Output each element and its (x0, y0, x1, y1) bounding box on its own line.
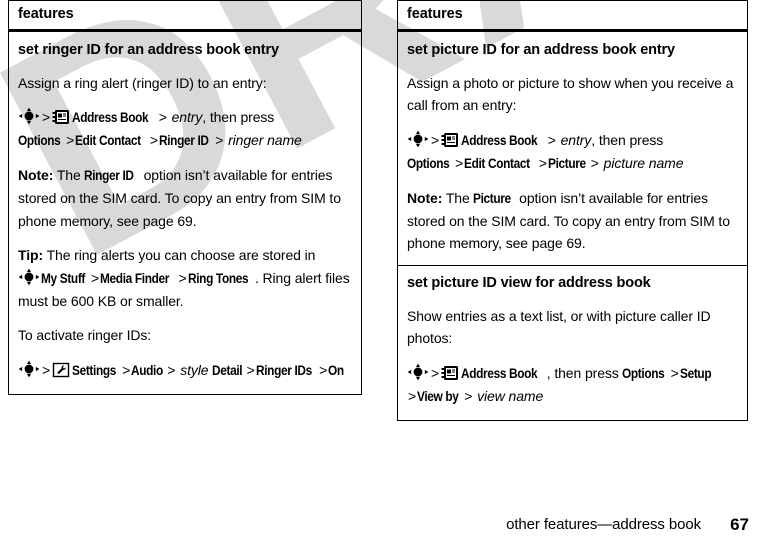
navigation-key-icon (407, 363, 429, 381)
settings-wrench-icon (52, 362, 70, 378)
menu-address-book: Address Book (461, 365, 538, 381)
menu-ring-tones: Ring Tones (187, 270, 249, 286)
picture-id-note: Note: The Picture option isn’t available… (407, 187, 738, 255)
section-title-set-picture-id: set picture ID for an address book entry (407, 42, 675, 58)
gt-d: > (90, 269, 100, 286)
picture-id-view-intro: Show entries as a text list, or with pic… (407, 307, 711, 347)
note-label: Note: (407, 189, 443, 206)
menu-ringer-ids: Ringer IDs (255, 363, 312, 379)
note-bold-ringer-id: Ringer ID (84, 168, 135, 184)
activate-ringer-path: > Settings >Audio > style Detail >Ringer ID… (18, 359, 352, 382)
footer-section-title: other features—address book (506, 516, 701, 533)
menu-ringer-id: Ringer ID (158, 133, 209, 149)
address-book-icon (441, 132, 459, 148)
view-path-then-press: , then press (546, 364, 619, 381)
menu-my-stuff: My Stuff (41, 270, 86, 286)
ringer-id-tip: Tip: The ring alerts you can choose are … (18, 244, 352, 312)
left-features-header: features (8, 0, 362, 29)
menu-edit-contact: Edit Contact (75, 133, 141, 149)
view-name-placeholder: view name (477, 387, 544, 404)
menu-options: Options (407, 155, 450, 171)
ringer-id-intro: Assign a ring alert (ringer ID) to an en… (18, 74, 267, 91)
menu-detail: Detail (212, 363, 243, 379)
pic-path-then-press: , then press (591, 132, 664, 149)
navigation-key-icon (18, 360, 40, 378)
gt-o: > (408, 387, 417, 404)
section-divider (398, 264, 747, 266)
gt-h: > (167, 362, 176, 379)
picture-id-view-path: > Address Book, then press Options >Setup… (407, 362, 738, 408)
navigation-key-icon (18, 107, 40, 125)
menu-on: On (328, 363, 344, 379)
pic-path-gt-2: > (547, 132, 556, 149)
ringer-id-path: > Address Book > entry, then press Option… (18, 106, 352, 152)
menu-edit-contact: Edit Contact (464, 155, 530, 171)
page-footer: other features—address book 67 (0, 510, 759, 536)
menu-options: Options (18, 133, 61, 149)
activate-ringer-intro: To activate ringer IDs: (18, 327, 152, 344)
gt-p: > (464, 387, 473, 404)
section-title-set-picture-id-view: set picture ID view for address book (407, 274, 651, 291)
picture-id-path: > Address Book > entry, then press Option… (407, 129, 738, 175)
gt-e: > (178, 269, 187, 286)
note-label: Note: (18, 167, 54, 184)
ringer-id-note: Note: The Ringer ID option isn’t availab… (18, 164, 352, 232)
picture-id-intro: Assign a photo or picture to show when y… (407, 74, 734, 114)
right-features-body: set picture ID for an address book entry… (397, 32, 748, 421)
picture-name-placeholder: picture name (603, 154, 684, 171)
menu-audio: Audio (131, 363, 164, 379)
section-title-set-ringer-id: set ringer ID for an address book entry (18, 42, 279, 58)
gt-m: > (590, 154, 599, 171)
menu-picture: Picture (547, 155, 586, 171)
ringer-path-entry: entry (171, 109, 203, 126)
ringer-path-gt-1: > (42, 109, 51, 126)
gt-l: > (538, 154, 547, 171)
gt-k: > (455, 154, 464, 171)
note-bold-picture: Picture (473, 190, 512, 206)
tip-label: Tip: (18, 247, 44, 264)
menu-media-finder: Media Finder (100, 270, 170, 286)
note-pre: The (56, 167, 81, 184)
ringer-name-placeholder: ringer name (228, 132, 302, 149)
menu-address-book: Address Book (72, 110, 149, 126)
right-column: features set picture ID for an address b… (397, 0, 748, 421)
tip-pre: The ring alerts you can choose are store… (46, 247, 316, 264)
gt-i: > (246, 362, 255, 379)
pic-path-entry: entry (560, 132, 592, 149)
ringer-path-then-press: , then press (202, 109, 275, 126)
gt-b: > (149, 132, 158, 149)
gt-j: > (319, 362, 328, 379)
manual-page: features set ringer ID for an address bo… (0, 0, 759, 544)
gt-f: > (42, 362, 51, 379)
gt-a: > (66, 132, 75, 149)
menu-address-book: Address Book (461, 133, 538, 149)
gt-c: > (215, 132, 224, 149)
address-book-icon (52, 109, 70, 125)
style-placeholder: style (180, 362, 209, 379)
view-path-gt-1: > (431, 364, 440, 381)
address-book-icon (441, 365, 459, 381)
navigation-key-icon (407, 130, 429, 148)
ringer-path-gt-2: > (158, 109, 167, 126)
navigation-key-icon (18, 268, 40, 286)
note-pre: The (445, 189, 470, 206)
menu-view-by: View by (417, 388, 459, 404)
right-features-header: features (397, 0, 748, 29)
pic-path-gt-1: > (431, 132, 440, 149)
gt-g: > (122, 362, 131, 379)
menu-setup: Setup (679, 365, 712, 381)
gt-n: > (670, 364, 679, 381)
menu-options: Options (622, 365, 665, 381)
footer-page-number: 67 (730, 515, 749, 534)
menu-settings: Settings (72, 363, 117, 379)
left-column: features set ringer ID for an address bo… (8, 0, 362, 395)
left-features-body: set ringer ID for an address book entry … (8, 32, 362, 395)
